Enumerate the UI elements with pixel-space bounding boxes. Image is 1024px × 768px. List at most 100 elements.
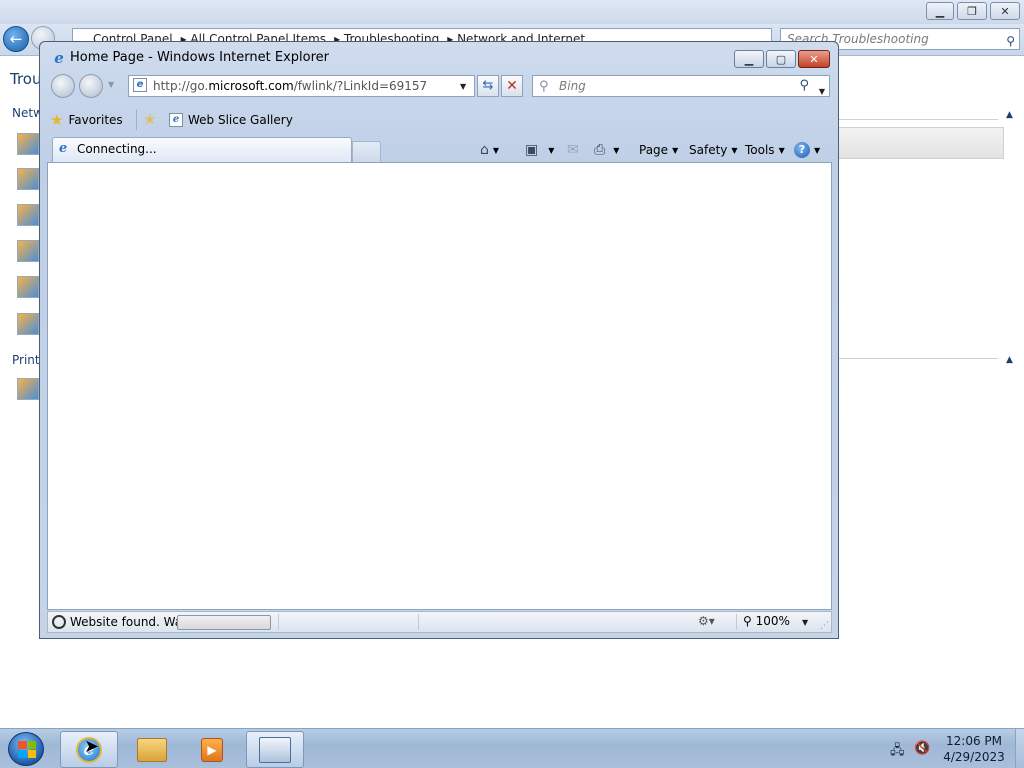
chevron-down-icon: ▼ (672, 145, 679, 155)
status-separator (736, 614, 737, 630)
status-separator (418, 614, 419, 630)
cp-restore-button[interactable]: ❐ (957, 2, 987, 20)
feeds-dropdown-icon[interactable]: ▼ (548, 146, 554, 155)
ie-window: e Home Page - Windows Internet Explorer … (39, 41, 839, 639)
printer-icon[interactable] (17, 378, 39, 400)
search-icon[interactable]: ⚲ (1006, 31, 1015, 51)
system-clock[interactable]: 12:06 PM 4/29/2023 (935, 733, 1013, 765)
collapse-chevron-icon[interactable]: ▲ (1006, 110, 1013, 120)
home-dropdown-icon[interactable]: ▼ (493, 146, 499, 155)
tools-menu[interactable]: Tools ▼ (745, 140, 785, 160)
address-prefix: http://go. (153, 79, 209, 93)
help-icon: ? (794, 142, 810, 158)
status-text: Website found. Wai (70, 615, 178, 629)
window-title: Home Page - Windows Internet Explorer (70, 50, 329, 65)
address-domain: microsoft.com (208, 79, 294, 93)
network-icon[interactable]: 🖧 (890, 741, 905, 763)
page-menu-label: Page (639, 143, 669, 157)
protected-mode-icon[interactable]: ⚙▾ (698, 614, 715, 628)
tab-current[interactable]: e Connecting... (52, 137, 352, 162)
chevron-down-icon: ▼ (778, 145, 785, 155)
cp-minimize-button[interactable]: ▁ (926, 2, 954, 20)
resize-grip-icon[interactable]: ⋰ (820, 621, 829, 631)
page-icon: e (133, 78, 147, 92)
recent-pages-dropdown[interactable]: ▼ (108, 80, 114, 89)
cp-selected-row[interactable] (838, 127, 1004, 159)
search-icon[interactable]: ⚲ (799, 76, 809, 96)
cp-close-button[interactable]: ✕ (990, 2, 1020, 20)
page-menu[interactable]: Page ▼ (639, 140, 678, 160)
mail-icon: ✉ (567, 142, 579, 158)
feeds-icon: ▣ (525, 142, 539, 158)
troubleshooter-icon[interactable] (17, 204, 39, 226)
control-panel-icon (259, 736, 291, 763)
safety-menu[interactable]: Safety ▼ (689, 140, 738, 160)
section-divider (838, 358, 998, 359)
troubleshooter-icon[interactable] (17, 313, 39, 335)
address-bar[interactable]: e http://go.microsoft.com/fwlink/?LinkId… (128, 75, 475, 97)
read-mail-button[interactable]: ✉ (567, 140, 579, 160)
folder-icon (137, 737, 167, 762)
add-to-favorites-bar-button[interactable]: ✭ (144, 110, 156, 130)
print-icon: ⎙ (594, 142, 606, 158)
search-placeholder: Bing (559, 79, 586, 93)
search-provider-icon: ⚲ (539, 79, 549, 94)
favorites-star-icon: ★ (50, 111, 64, 129)
chevron-down-icon: ▼ (814, 145, 821, 155)
stop-icon[interactable]: ✕ (501, 75, 523, 97)
home-button[interactable]: ⌂ ▼ (480, 140, 499, 160)
favorites-button[interactable]: ★ Favorites (50, 110, 123, 130)
volume-muted-icon[interactable]: 🔇 (914, 741, 930, 756)
taskbar-control-panel[interactable] (246, 731, 304, 768)
troubleshooter-icon[interactable] (17, 168, 39, 190)
print-button[interactable]: ⎙ ▼ (594, 140, 619, 160)
troubleshooter-icon[interactable] (17, 276, 39, 298)
maximize-button[interactable]: ▢ (766, 50, 796, 68)
web-slice-gallery-link[interactable]: e Web Slice Gallery (169, 110, 293, 130)
loading-page-icon: e (59, 141, 68, 156)
cp-titlebar (0, 0, 1024, 24)
help-menu[interactable]: ? ▼ (794, 140, 820, 160)
start-button[interactable] (8, 732, 44, 766)
busy-indicator-icon (52, 615, 66, 629)
zoom-button[interactable]: ⚲ 100% (743, 614, 790, 628)
troubleshooter-icon[interactable] (17, 133, 39, 155)
address-suffix: /fwlink/?LinkId=69157 (293, 79, 428, 93)
clock-date: 4/29/2023 (943, 750, 1005, 764)
page-content-area[interactable] (47, 162, 832, 610)
safety-menu-label: Safety (689, 143, 728, 157)
taskbar: e ▶ 🖧 🔇 12:06 PM 4/29/2023 (0, 728, 1024, 768)
toolbar-separator (136, 110, 137, 130)
favorites-label: Favorites (68, 113, 123, 127)
troubleshooter-icon[interactable] (17, 240, 39, 262)
ie-logo-icon: e (54, 49, 64, 67)
refresh-icon[interactable]: ⇆ (477, 75, 499, 97)
media-player-icon: ▶ (201, 737, 223, 762)
cp-back-button[interactable]: ← (3, 26, 29, 52)
print-dropdown-icon[interactable]: ▼ (613, 146, 619, 155)
zoom-dropdown-icon[interactable]: ▼ (802, 618, 808, 627)
windows-logo-icon (18, 741, 36, 758)
clock-time: 12:06 PM (946, 734, 1002, 748)
collapse-chevron-icon[interactable]: ▲ (1006, 355, 1013, 365)
minimize-button[interactable]: ▁ (734, 50, 764, 68)
show-desktop-button[interactable] (1015, 729, 1024, 768)
search-input[interactable]: ⚲ Bing ⚲ ▼ (532, 75, 830, 97)
web-slice-label: Web Slice Gallery (188, 113, 293, 127)
cp-page-heading: Trou (10, 70, 42, 88)
chevron-down-icon: ▼ (731, 145, 738, 155)
new-tab-button[interactable] (352, 141, 381, 162)
tab-label: Connecting... (77, 142, 157, 156)
zoom-level: 100% (755, 614, 790, 628)
home-icon: ⌂ (480, 142, 489, 158)
back-button[interactable] (51, 74, 75, 98)
address-dropdown-icon[interactable]: ▼ (460, 82, 466, 91)
taskbar-windows-explorer[interactable] (124, 731, 180, 768)
taskbar-media-player[interactable]: ▶ (184, 731, 240, 768)
feeds-button[interactable]: ▣ ▼ (525, 140, 554, 160)
search-options-dropdown-icon[interactable]: ▼ (819, 82, 825, 102)
forward-button[interactable] (79, 74, 103, 98)
section-divider (838, 119, 998, 120)
tools-menu-label: Tools (745, 143, 775, 157)
close-button[interactable]: ✕ (798, 50, 830, 68)
